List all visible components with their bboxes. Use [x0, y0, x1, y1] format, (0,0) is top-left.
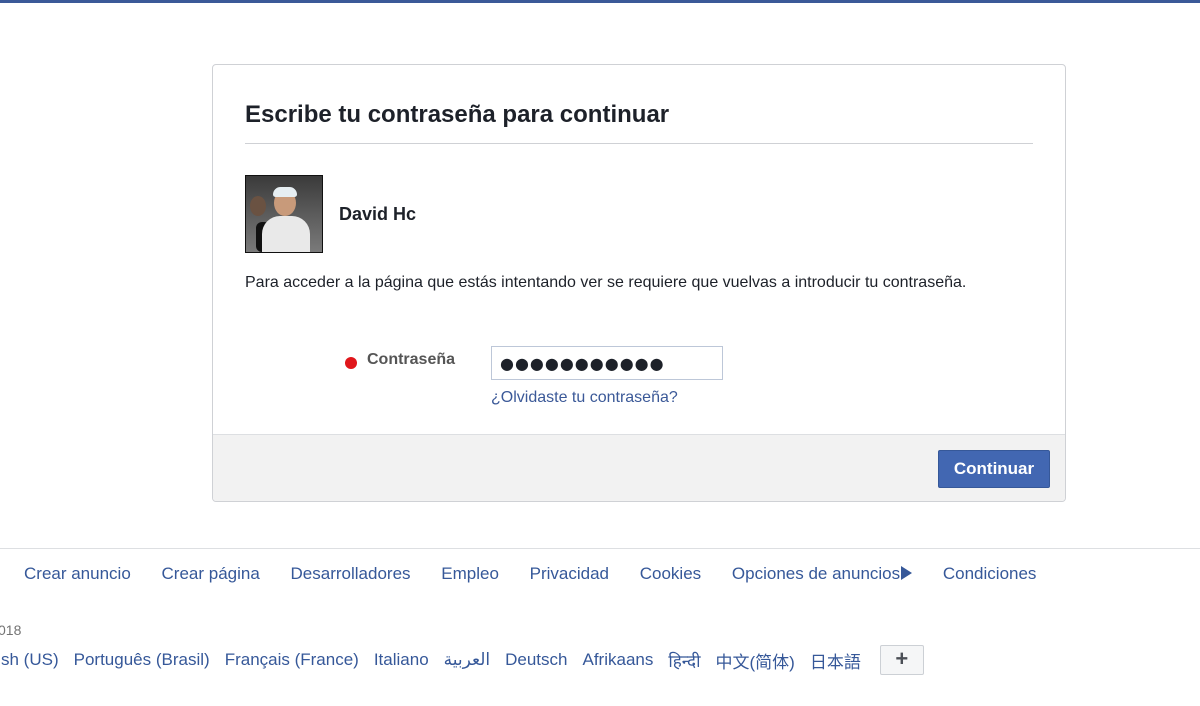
dialog-title: Escribe tu contraseña para continuar: [245, 101, 670, 128]
footer-divider: [0, 548, 1200, 549]
copyright: 018: [0, 622, 22, 638]
forgot-password-link[interactable]: ¿Olvidaste tu contraseña?: [491, 389, 678, 407]
continue-button[interactable]: Continuar: [938, 450, 1050, 488]
password-label: Contraseña: [367, 351, 456, 368]
footer-link-ad-choices-label: Opciones de anuncios: [731, 564, 901, 583]
profile-name: David Hc: [339, 203, 417, 224]
avatar: [245, 175, 323, 253]
profile: David Hc: [245, 175, 416, 253]
footer-link-privacy[interactable]: Privacidad: [530, 564, 609, 583]
more-languages-button[interactable]: +: [879, 645, 924, 675]
required-indicator-icon: [345, 357, 357, 369]
footer-link-developers[interactable]: Desarrolladores: [291, 564, 411, 583]
language-link-english[interactable]: glish (US): [0, 650, 59, 670]
footer-links: Crear anuncio Crear página Desarrollador…: [24, 564, 1062, 584]
language-link-german[interactable]: Deutsch: [505, 650, 567, 670]
footer-link-create-ad[interactable]: Crear anuncio: [24, 564, 131, 583]
title-divider: [245, 143, 1033, 144]
language-link-french[interactable]: Français (France): [225, 650, 359, 670]
language-link-afrikaans[interactable]: Afrikaans: [583, 650, 654, 670]
password-input[interactable]: [491, 346, 723, 380]
dialog-footer: Continuar: [213, 434, 1065, 501]
footer-link-terms[interactable]: Condiciones: [943, 564, 1037, 583]
language-links: glish (US) Português (Brasil) Français (…: [0, 645, 924, 675]
language-link-italian[interactable]: Italiano: [374, 650, 429, 670]
language-link-arabic[interactable]: العربية: [444, 650, 490, 670]
footer-link-create-page[interactable]: Crear página: [162, 564, 260, 583]
footer-link-cookies[interactable]: Cookies: [640, 564, 701, 583]
language-link-hindi[interactable]: हिन्दी: [668, 649, 700, 672]
top-border: [0, 0, 1200, 3]
adchoices-icon: [901, 566, 913, 580]
reauth-dialog: Escribe tu contraseña para continuar Dav…: [212, 64, 1066, 502]
reauth-message: Para acceder a la página que estás inten…: [245, 274, 967, 291]
language-link-portuguese[interactable]: Português (Brasil): [74, 650, 210, 670]
footer-link-careers[interactable]: Empleo: [441, 564, 499, 583]
language-link-japanese[interactable]: 日本語: [810, 648, 861, 673]
footer-link-ad-choices[interactable]: Opciones de anuncios: [731, 564, 913, 583]
language-link-chinese[interactable]: 中文(简体): [716, 648, 795, 673]
